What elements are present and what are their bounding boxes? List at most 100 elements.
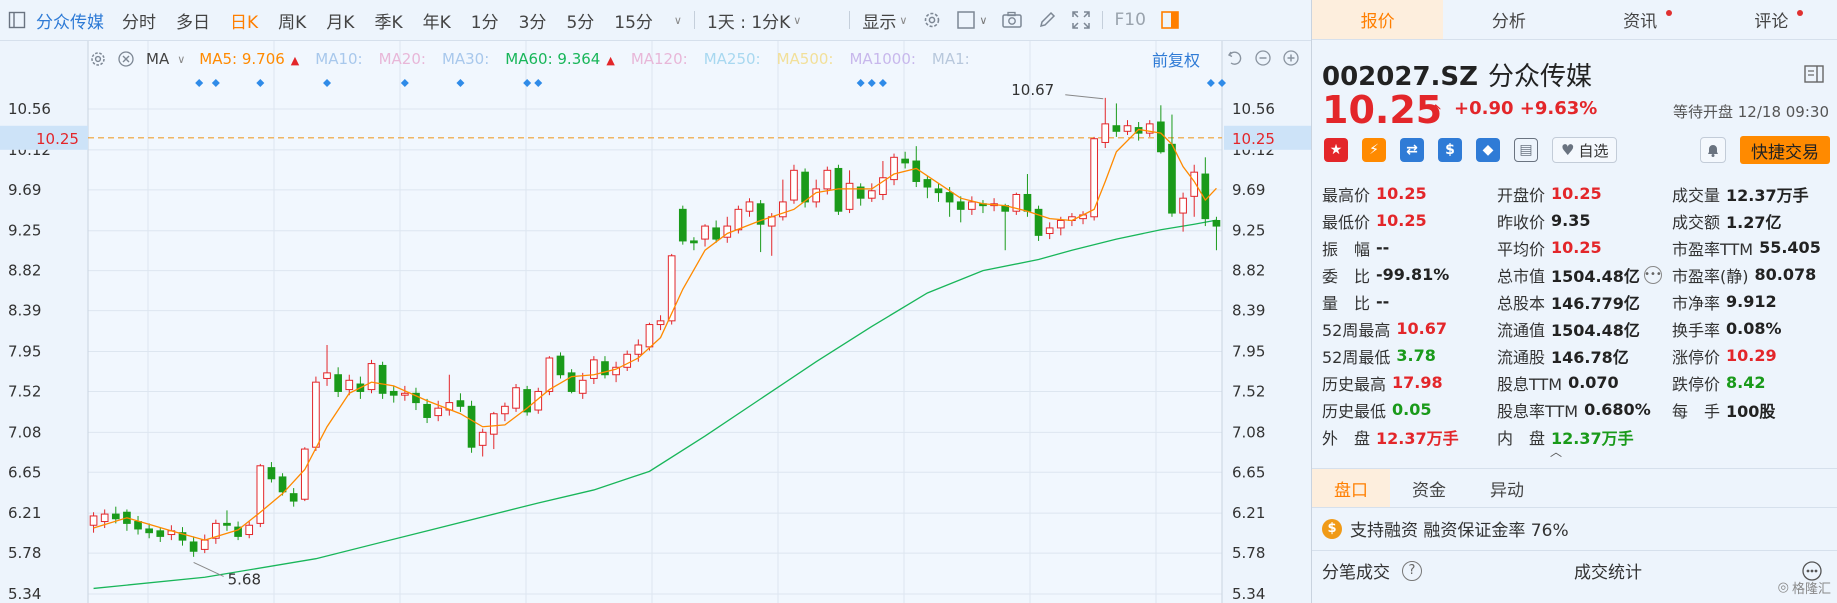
candle-body[interactable] bbox=[367, 363, 376, 391]
period-tab[interactable]: 15分 bbox=[604, 8, 663, 33]
help-icon[interactable]: ? bbox=[1402, 560, 1422, 581]
candle-body[interactable] bbox=[1101, 123, 1110, 143]
candle-body[interactable] bbox=[790, 169, 798, 201]
fullscreen-icon[interactable] bbox=[1064, 10, 1098, 30]
candle-body[interactable] bbox=[100, 513, 109, 523]
candle-body[interactable] bbox=[634, 344, 643, 355]
orderbook-tab[interactable]: 异动 bbox=[1468, 469, 1546, 507]
period-tab[interactable]: 月K bbox=[316, 8, 364, 33]
candle-body[interactable] bbox=[912, 160, 921, 182]
candle-body[interactable] bbox=[845, 182, 854, 210]
kline-chart-area[interactable]: 10.56 10.56 10.12 10.12 9.69 9.69 9.25 9.25 8.82… bbox=[0, 40, 1311, 603]
candle-body[interactable] bbox=[812, 188, 821, 203]
ma-value[interactable]: MA1: bbox=[932, 50, 970, 68]
period-tab[interactable]: 分时 bbox=[112, 8, 166, 33]
candle-body[interactable] bbox=[1056, 219, 1065, 229]
candle-body[interactable] bbox=[1179, 197, 1187, 214]
period-tab[interactable]: 日K bbox=[220, 8, 268, 33]
candle-body[interactable] bbox=[267, 467, 276, 480]
candle-body[interactable] bbox=[779, 201, 787, 218]
candle-body[interactable] bbox=[189, 541, 198, 552]
period-tab[interactable]: 多日 bbox=[166, 8, 220, 33]
period-tab[interactable]: 季K bbox=[364, 8, 412, 33]
quote-tab[interactable]: 资讯 bbox=[1575, 0, 1706, 39]
period-tab[interactable]: 1分 bbox=[461, 8, 509, 33]
shuffle-icon[interactable]: ⇄ bbox=[1400, 138, 1424, 162]
candle-body[interactable] bbox=[200, 539, 209, 550]
lightning-icon[interactable]: ⚡ bbox=[1362, 138, 1386, 162]
candle-body[interactable] bbox=[489, 413, 498, 435]
candle-body[interactable] bbox=[656, 320, 665, 326]
candle-body[interactable] bbox=[823, 169, 832, 190]
period-more-dropdown[interactable]: ∨ bbox=[663, 14, 690, 27]
zoom-out-icon[interactable] bbox=[1252, 47, 1274, 69]
candle-body[interactable] bbox=[312, 381, 320, 448]
candle-body[interactable] bbox=[223, 522, 231, 526]
candle-body[interactable] bbox=[245, 524, 254, 536]
candle-body[interactable] bbox=[556, 355, 565, 376]
candle-body[interactable] bbox=[1123, 125, 1132, 132]
zoom-in-icon[interactable] bbox=[1280, 47, 1302, 69]
candle-body[interactable] bbox=[1045, 227, 1054, 235]
ma-value[interactable]: MA30: bbox=[442, 50, 489, 68]
quote-tab[interactable]: 报价 bbox=[1312, 0, 1444, 39]
china-flag-icon[interactable]: ★ bbox=[1324, 138, 1348, 162]
candle-body[interactable] bbox=[434, 407, 443, 417]
tag-icon[interactable]: ◆ bbox=[1476, 138, 1500, 162]
candle-body[interactable] bbox=[389, 390, 398, 396]
candle-body[interactable] bbox=[690, 240, 698, 244]
candle-body[interactable] bbox=[289, 493, 298, 502]
candle-body[interactable] bbox=[145, 528, 153, 534]
candle-body[interactable] bbox=[134, 521, 142, 530]
candle-body[interactable] bbox=[901, 158, 909, 164]
candle-body[interactable] bbox=[1034, 208, 1043, 236]
orderbook-tab[interactable]: 资金 bbox=[1390, 469, 1468, 507]
ma-value[interactable]: MA5: 9.706 ▲ bbox=[199, 50, 299, 68]
ma-value[interactable]: MA250: bbox=[704, 50, 761, 68]
ma-selector-dropdown[interactable]: MA ∨ bbox=[144, 50, 199, 68]
candle-body[interactable] bbox=[934, 188, 943, 194]
kline-chart[interactable]: 10.56 10.5610.12 10.129.69 9.699.25 9.258.82… bbox=[0, 41, 1311, 603]
ma-value[interactable]: MA10: bbox=[315, 50, 362, 68]
trade-stats-label[interactable]: 成交统计 bbox=[1574, 558, 1642, 583]
candle-body[interactable] bbox=[1157, 121, 1165, 153]
draw-pen-icon[interactable] bbox=[1030, 10, 1064, 30]
tick-trades-label[interactable]: 分笔成交 bbox=[1322, 558, 1390, 583]
candle-body[interactable] bbox=[345, 379, 354, 391]
sidebar-toggle-icon[interactable] bbox=[0, 11, 32, 29]
candle-body[interactable] bbox=[478, 431, 487, 446]
ma-value[interactable]: MA500: bbox=[777, 50, 834, 68]
candle-body[interactable] bbox=[956, 201, 965, 210]
ma-settings-gear-icon[interactable] bbox=[88, 49, 108, 69]
ma-value[interactable]: MA20: bbox=[379, 50, 426, 68]
panel-layout-icon[interactable] bbox=[1153, 10, 1187, 30]
candle-body[interactable] bbox=[745, 201, 754, 212]
candle-body[interactable] bbox=[968, 201, 976, 210]
f10-button[interactable]: F10 bbox=[1107, 10, 1152, 30]
candle-body[interactable] bbox=[456, 400, 465, 407]
candle-body[interactable] bbox=[712, 227, 720, 240]
candle-body[interactable] bbox=[734, 208, 743, 231]
candle-body[interactable] bbox=[423, 403, 431, 418]
bookmark-icon[interactable]: ▤ bbox=[1514, 138, 1538, 162]
candle-body[interactable] bbox=[89, 515, 98, 526]
candle-body[interactable] bbox=[401, 392, 409, 396]
candle-body[interactable] bbox=[1212, 219, 1221, 227]
candle-body[interactable] bbox=[323, 372, 331, 379]
orderbook-tab[interactable]: 盘口 bbox=[1312, 469, 1390, 507]
candle-body[interactable] bbox=[701, 225, 709, 240]
quote-tab[interactable]: 评论 bbox=[1706, 0, 1837, 39]
candle-body[interactable] bbox=[867, 190, 876, 199]
candle-body[interactable] bbox=[667, 255, 676, 322]
period-tab[interactable]: 5分 bbox=[556, 8, 604, 33]
restore-adjust-button[interactable]: 前复权 bbox=[1152, 47, 1200, 71]
candle-body[interactable] bbox=[1112, 125, 1121, 132]
candle-body[interactable] bbox=[567, 372, 576, 392]
candle-body[interactable] bbox=[590, 359, 598, 379]
candle-body[interactable] bbox=[378, 364, 387, 394]
collapse-caret-icon[interactable]: ︿ bbox=[1550, 443, 1562, 460]
candle-body[interactable] bbox=[501, 405, 509, 415]
candle-body[interactable] bbox=[545, 357, 554, 392]
candle-body[interactable] bbox=[945, 192, 954, 203]
period-tab[interactable]: 周K bbox=[268, 8, 316, 33]
